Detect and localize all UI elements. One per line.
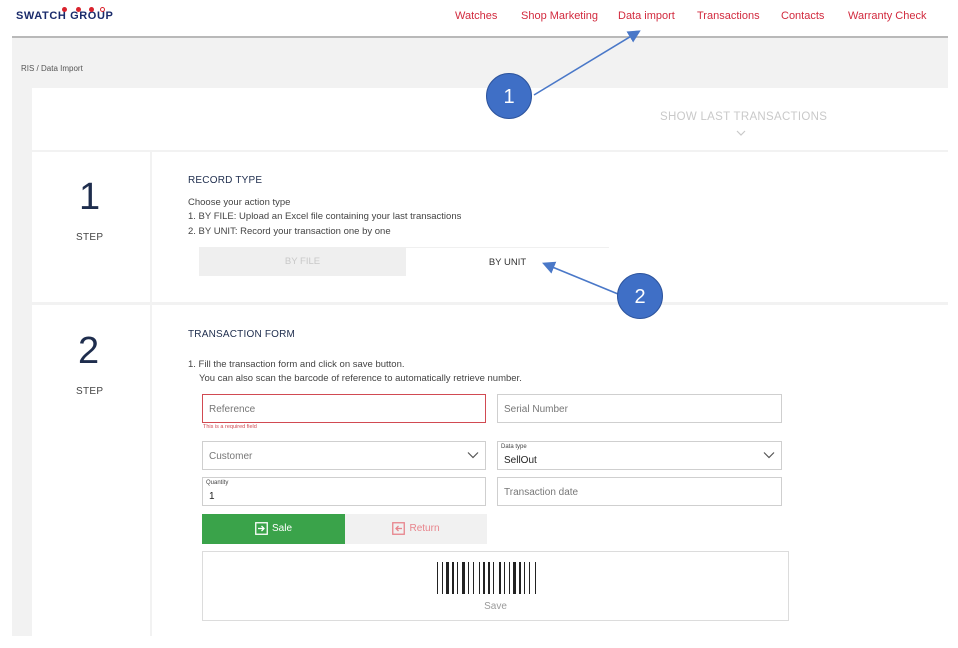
nav-contacts[interactable]: Contacts [781, 10, 824, 22]
reference-input[interactable]: Reference [202, 394, 486, 423]
save-button-label[interactable]: Save [203, 601, 788, 612]
show-last-transactions-toggle[interactable]: SHOW LAST TRANSACTIONS [660, 111, 827, 123]
serial-number-input[interactable]: Serial Number [497, 394, 782, 423]
reference-error-message: This is a required field [203, 424, 257, 430]
serial-number-placeholder: Serial Number [504, 404, 568, 415]
step-1-indicator [32, 152, 150, 302]
record-type-instruction: 2. BY UNIT: Record your transaction one … [188, 226, 391, 237]
data-type-label: Data type [501, 444, 527, 450]
chevron-down-icon [763, 452, 775, 459]
step-1-label: STEP [76, 232, 104, 243]
record-type-instruction: Choose your action type [188, 197, 291, 208]
sale-button[interactable]: Sale [202, 514, 345, 544]
reference-placeholder: Reference [209, 404, 256, 415]
chevron-down-icon [467, 452, 479, 459]
nav-shop-marketing[interactable]: Shop Marketing [521, 10, 598, 22]
transaction-date-placeholder: Transaction date [504, 487, 579, 498]
sign-in-icon [255, 522, 268, 535]
transaction-form-instruction: You can also scan the barcode of referen… [199, 373, 522, 384]
record-type-instruction: 1. BY FILE: Upload an Excel file contain… [188, 211, 462, 222]
barcode-save-area[interactable]: Save [202, 551, 789, 621]
data-type-select[interactable]: Data type SellOut [497, 441, 782, 470]
record-type-title: RECORD TYPE [188, 175, 263, 186]
by-unit-option[interactable]: BY UNIT [406, 247, 609, 276]
sign-out-icon [392, 522, 406, 535]
step-2-number: 2 [78, 330, 100, 372]
quantity-label: Quantity [206, 480, 229, 486]
transaction-form-instruction: 1. Fill the transaction form and click o… [188, 359, 405, 370]
chevron-down-icon[interactable] [736, 129, 746, 137]
callout-badge-1: 1 [486, 73, 532, 119]
by-file-option[interactable]: BY FILE [199, 247, 406, 276]
breadcrumb: RIS / Data Import [21, 64, 83, 73]
logo-dots [62, 7, 122, 13]
return-button-label: Return [409, 523, 440, 535]
callout-badge-2: 2 [617, 273, 663, 319]
transaction-form-title: TRANSACTION FORM [188, 329, 296, 340]
step-2-label: STEP [76, 386, 104, 397]
quantity-value: 1 [209, 491, 215, 502]
step-1-number: 1 [79, 176, 101, 218]
data-type-value: SellOut [504, 455, 537, 466]
customer-placeholder: Customer [209, 451, 253, 462]
barcode-icon [437, 562, 536, 594]
quantity-input[interactable]: Quantity 1 [202, 477, 486, 506]
customer-select[interactable]: Customer [202, 441, 486, 470]
nav-watches[interactable]: Watches [455, 10, 497, 22]
nav-warranty-check[interactable]: Warranty Check [848, 10, 926, 22]
return-button[interactable]: Return [345, 514, 487, 544]
top-navigation-bar: SWATCH GROUP Watches Shop Marketing Data… [0, 0, 958, 37]
nav-data-import[interactable]: Data import [618, 10, 675, 22]
transaction-date-input[interactable]: Transaction date [497, 477, 782, 506]
sale-button-label: Sale [271, 523, 292, 535]
nav-transactions[interactable]: Transactions [697, 10, 760, 22]
